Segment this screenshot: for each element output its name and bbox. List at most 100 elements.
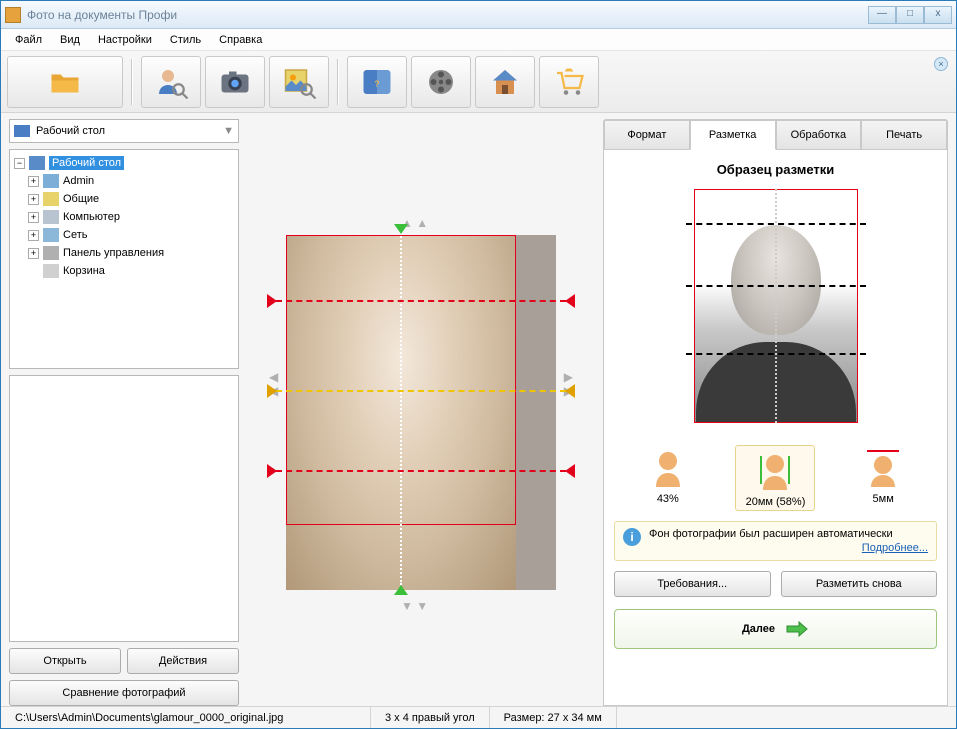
ic-network-icon bbox=[43, 228, 59, 242]
tree-item[interactable]: − Рабочий стол bbox=[14, 154, 234, 172]
ic-computer-icon bbox=[43, 210, 59, 224]
requirements-button[interactable]: Требования... bbox=[614, 571, 771, 597]
minimize-button[interactable]: — bbox=[868, 6, 896, 24]
next-button[interactable]: Далее bbox=[614, 609, 937, 649]
ic-folder-blue-icon bbox=[43, 174, 59, 188]
tree-item-label: Общие bbox=[63, 193, 99, 205]
toolbar-separator bbox=[131, 59, 133, 105]
compare-photos-button[interactable]: Сравнение фотографий bbox=[9, 680, 239, 706]
tab-markup[interactable]: Разметка bbox=[690, 120, 776, 150]
status-size: Размер: 27 x 34 мм bbox=[490, 707, 617, 728]
menu-help[interactable]: Справка bbox=[211, 32, 270, 48]
face-height-icon bbox=[750, 448, 800, 492]
toolbar-close-help-icon[interactable]: × bbox=[934, 57, 948, 71]
svg-text:?: ? bbox=[374, 79, 379, 88]
tree-expander-icon[interactable]: + bbox=[28, 248, 39, 259]
tool-film-reel-button[interactable] bbox=[411, 56, 471, 108]
monitor-icon bbox=[14, 125, 30, 137]
dropdown-label: Рабочий стол bbox=[36, 125, 105, 137]
tree-expander-icon[interactable]: + bbox=[28, 194, 39, 205]
app-icon bbox=[5, 7, 21, 23]
tool-help-book-button[interactable]: ? bbox=[347, 56, 407, 108]
tab-format[interactable]: Формат bbox=[604, 120, 690, 150]
tab-processing[interactable]: Обработка bbox=[776, 120, 862, 150]
window-title: Фото на документы Профи bbox=[27, 8, 868, 22]
top-green-marker-icon[interactable] bbox=[394, 224, 408, 234]
marker-red-right-icon[interactable] bbox=[565, 294, 575, 308]
menubar: Файл Вид Настройки Стиль Справка bbox=[1, 29, 956, 51]
info-more-link[interactable]: Подробнее... bbox=[649, 542, 928, 554]
ic-monitor-icon bbox=[29, 156, 45, 170]
folder-dropdown[interactable]: Рабочий стол ▼ bbox=[9, 119, 239, 143]
tool-cart-button[interactable] bbox=[539, 56, 599, 108]
tree-item[interactable]: + Сеть bbox=[14, 226, 234, 244]
tree-item-label: Рабочий стол bbox=[49, 156, 124, 170]
ic-folder-icon bbox=[43, 192, 59, 206]
tool-open-folder-button[interactable] bbox=[7, 56, 123, 108]
sample-chin-guide bbox=[686, 353, 866, 355]
marker-red-right-2-icon[interactable] bbox=[565, 464, 575, 478]
tab-print[interactable]: Печать bbox=[861, 120, 947, 150]
sample-box bbox=[686, 185, 866, 435]
tool-camera-button[interactable] bbox=[205, 56, 265, 108]
bottom-green-marker-icon[interactable] bbox=[394, 585, 408, 595]
menu-style[interactable]: Стиль bbox=[162, 32, 209, 48]
app-window: Фото на документы Профи — □ x Файл Вид Н… bbox=[0, 0, 957, 729]
top-margin-icon bbox=[858, 445, 908, 489]
close-button[interactable]: x bbox=[924, 6, 952, 24]
tree-item[interactable]: + Панель управления bbox=[14, 244, 234, 262]
status-crop: 3 x 4 правый угол bbox=[371, 707, 490, 728]
tool-image-search-button[interactable] bbox=[269, 56, 329, 108]
tree-expander-icon[interactable]: + bbox=[28, 212, 39, 223]
tree-expander-icon[interactable]: − bbox=[14, 158, 25, 169]
statusbar: C:\Users\Admin\Documents\glamour_0000_or… bbox=[1, 706, 956, 728]
marker-red-left-icon[interactable] bbox=[267, 294, 277, 308]
measure-top-margin[interactable]: 5мм bbox=[843, 445, 923, 511]
titlebar: Фото на документы Профи — □ x bbox=[1, 1, 956, 29]
remark-button[interactable]: Разметить снова bbox=[781, 571, 938, 597]
open-button[interactable]: Открыть bbox=[9, 648, 121, 674]
left-panel: Рабочий стол ▼ − Рабочий стол + Admin + Общие… bbox=[9, 119, 239, 706]
tree-item[interactable]: +Компьютер bbox=[14, 208, 234, 226]
tree-item-label: Admin bbox=[63, 175, 94, 187]
measure-face-height[interactable]: 20мм (58%) bbox=[735, 445, 815, 511]
tree-item-label: Сеть bbox=[63, 229, 87, 241]
status-path: C:\Users\Admin\Documents\glamour_0000_or… bbox=[1, 707, 371, 728]
menu-settings[interactable]: Настройки bbox=[90, 32, 160, 48]
maximize-button[interactable]: □ bbox=[896, 6, 924, 24]
editor-area: ◀◀ ▶▶ ▲ ▲ ▼ ▼ bbox=[247, 119, 595, 706]
vertical-center-guide[interactable] bbox=[400, 225, 402, 585]
photo-canvas[interactable] bbox=[286, 235, 556, 590]
ic-cpanel-icon bbox=[43, 246, 59, 260]
marker-red-left-2-icon[interactable] bbox=[267, 464, 277, 478]
menu-file[interactable]: Файл bbox=[7, 32, 50, 48]
measure-label: 43% bbox=[628, 493, 708, 505]
measures-row: 43% 20мм (58%) 5мм bbox=[614, 445, 937, 511]
eye-line-guide[interactable] bbox=[276, 390, 566, 392]
tree-item-label: Панель управления bbox=[63, 247, 164, 259]
nudge-down-icon[interactable]: ▼ ▼ bbox=[401, 599, 428, 613]
thumbnail-preview bbox=[9, 375, 239, 642]
tree-item[interactable]: + Admin bbox=[14, 172, 234, 190]
tree-expander-icon[interactable]: + bbox=[28, 176, 39, 187]
toolbar-separator bbox=[337, 59, 339, 105]
actions-button[interactable]: Действия bbox=[127, 648, 239, 674]
tabs: Формат Разметка Обработка Печать bbox=[604, 120, 947, 150]
info-text: Фон фотографии был расширен автоматическ… bbox=[649, 528, 893, 540]
tree-item[interactable]: + Общие bbox=[14, 190, 234, 208]
tool-home-button[interactable] bbox=[475, 56, 535, 108]
measure-head-width[interactable]: 43% bbox=[628, 445, 708, 511]
tool-person-search-button[interactable] bbox=[141, 56, 201, 108]
head-width-icon bbox=[643, 445, 693, 489]
menu-view[interactable]: Вид bbox=[52, 32, 88, 48]
marker-yellow-left-icon[interactable] bbox=[267, 384, 277, 398]
sample-eye-guide bbox=[686, 285, 866, 287]
sample-title: Образец разметки bbox=[614, 162, 937, 177]
top-head-guide[interactable] bbox=[276, 300, 566, 302]
right-panel: Формат Разметка Обработка Печать Образец… bbox=[603, 119, 948, 706]
tree-expander-icon[interactable]: + bbox=[28, 230, 39, 241]
sample-top-guide bbox=[686, 223, 866, 225]
chin-guide[interactable] bbox=[276, 470, 566, 472]
tree-item[interactable]: Корзина bbox=[14, 262, 234, 280]
marker-yellow-right-icon[interactable] bbox=[565, 384, 575, 398]
